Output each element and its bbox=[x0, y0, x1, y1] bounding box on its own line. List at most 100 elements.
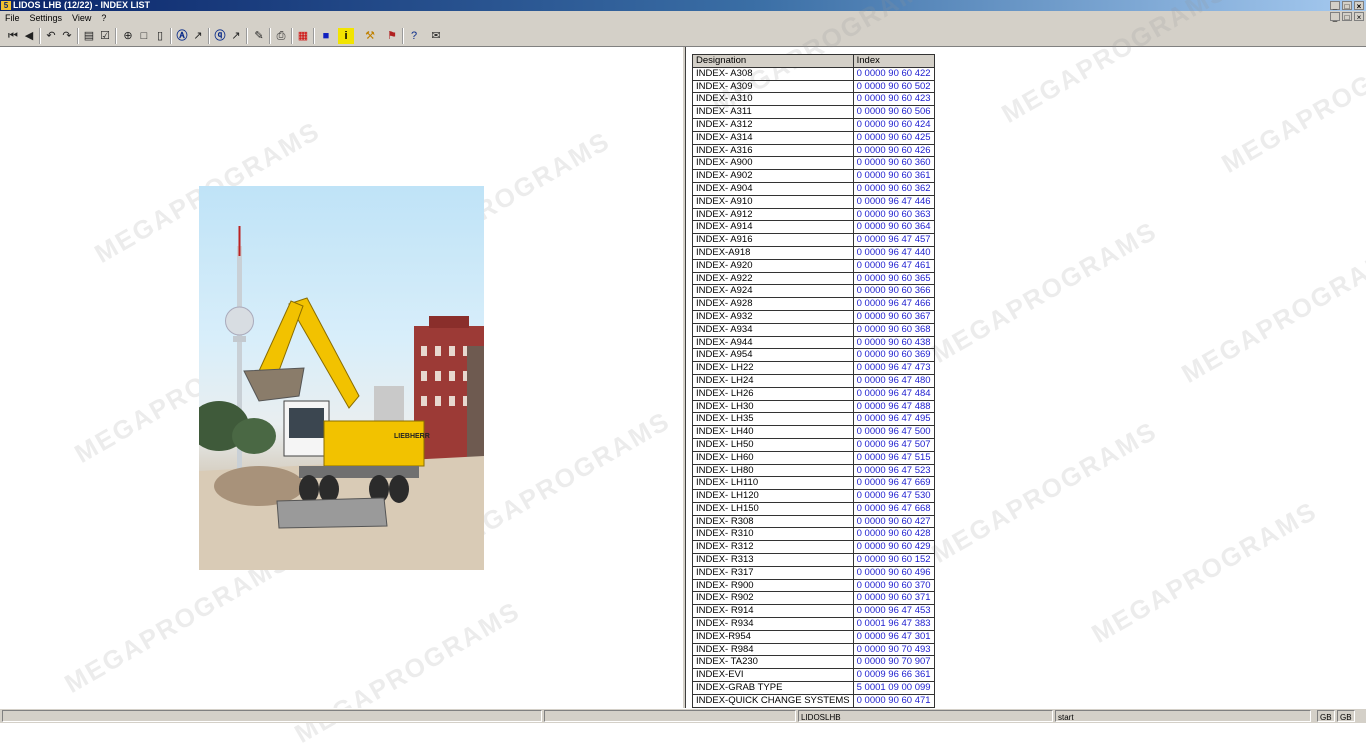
designation-cell: INDEX- LH24 bbox=[692, 373, 854, 388]
first-page-icon[interactable]: ⏮ bbox=[5, 28, 21, 44]
index-link[interactable]: 0 0000 90 60 428 bbox=[852, 527, 935, 542]
index-link[interactable]: 0 0000 90 60 426 bbox=[852, 143, 935, 158]
table-row: INDEX- LH60 0 0000 96 47 515 bbox=[692, 450, 935, 465]
index-link[interactable]: 0 0000 90 60 496 bbox=[852, 565, 935, 580]
index-link[interactable]: 0 0000 90 60 424 bbox=[852, 117, 935, 132]
index-link[interactable]: 0 0000 96 47 440 bbox=[852, 245, 935, 260]
index-link[interactable]: 0 0000 90 60 471 bbox=[852, 693, 935, 708]
index-link[interactable]: 0 0000 90 60 423 bbox=[852, 92, 935, 107]
index-link[interactable]: 0 0000 90 60 369 bbox=[852, 348, 935, 363]
index-link[interactable]: 0 0000 96 47 507 bbox=[852, 437, 935, 452]
watermark: MEGAPROGRAMS bbox=[289, 595, 526, 749]
window-title: LIDOS LHB (12/22) - INDEX LIST bbox=[13, 0, 151, 10]
index-link[interactable]: 0 0000 90 60 152 bbox=[852, 553, 935, 567]
index-link[interactable]: 0 0000 96 47 488 bbox=[852, 399, 935, 414]
table-row: INDEX- A924 0 0000 90 60 366 bbox=[692, 284, 935, 299]
index-link[interactable]: 0 0000 96 47 461 bbox=[852, 258, 935, 273]
index-link[interactable]: 0 0000 90 60 364 bbox=[852, 220, 935, 235]
index-link[interactable]: 0 0000 90 60 366 bbox=[852, 284, 935, 299]
table-row: INDEX- A316 0 0000 90 60 426 bbox=[692, 143, 935, 158]
index-link[interactable]: 0 0000 90 60 429 bbox=[852, 540, 935, 555]
menu-file[interactable]: File bbox=[0, 11, 25, 25]
help-link-icon[interactable]: ↗ bbox=[228, 28, 244, 44]
table-row: INDEX-R954 0 0000 96 47 301 bbox=[692, 629, 935, 644]
index-link[interactable]: 0 0000 90 70 493 bbox=[852, 642, 935, 657]
table-row: INDEX- R310 0 0000 90 60 428 bbox=[692, 527, 935, 542]
index-link[interactable]: 0 0000 90 60 360 bbox=[852, 156, 935, 171]
checklist-icon[interactable]: ☑ bbox=[97, 28, 113, 44]
designation-cell: INDEX- A308 bbox=[692, 66, 854, 81]
doc-close-button[interactable]: × bbox=[1354, 12, 1364, 22]
index-link[interactable]: 0 0000 90 60 427 bbox=[852, 514, 935, 529]
doc-restore-button[interactable]: □ bbox=[1342, 12, 1352, 22]
index-link[interactable]: 0 0000 90 60 502 bbox=[852, 79, 935, 94]
index-link[interactable]: 0 0000 96 47 446 bbox=[852, 194, 935, 209]
close-button[interactable]: × bbox=[1354, 1, 1364, 11]
help-search-icon[interactable]: ⓠ bbox=[212, 28, 228, 44]
index-link[interactable]: 0 0000 96 47 515 bbox=[852, 450, 935, 465]
index-link[interactable]: 0 0000 96 47 484 bbox=[852, 386, 935, 401]
fit-width-icon[interactable]: ▯ bbox=[152, 28, 168, 44]
watermark: MEGAPROGRAMS bbox=[926, 415, 1163, 569]
column-header-index[interactable]: Index bbox=[852, 54, 935, 68]
maximize-button[interactable]: □ bbox=[1342, 1, 1352, 11]
minimize-button[interactable]: _ bbox=[1330, 1, 1340, 11]
status-language-2: GB bbox=[1337, 710, 1355, 722]
index-link[interactable]: 0 0000 96 47 668 bbox=[852, 501, 935, 516]
index-link[interactable]: 0 0000 96 47 466 bbox=[852, 297, 935, 311]
menu-view[interactable]: View bbox=[67, 11, 96, 25]
index-link[interactable]: 0 0000 90 60 370 bbox=[852, 578, 935, 593]
index-link[interactable]: 0 0000 96 47 669 bbox=[852, 476, 935, 491]
index-link[interactable]: 0 0009 96 66 361 bbox=[852, 668, 935, 683]
index-link[interactable]: 0 0000 96 47 473 bbox=[852, 361, 935, 375]
info-icon[interactable]: i bbox=[338, 28, 354, 44]
index-link[interactable]: 0 0001 96 47 383 bbox=[852, 617, 935, 631]
index-link[interactable]: 0 0000 90 70 907 bbox=[852, 655, 935, 670]
index-link[interactable]: 0 0000 96 47 453 bbox=[852, 604, 935, 619]
zoom-in-icon[interactable]: ⊕ bbox=[120, 28, 136, 44]
index-link[interactable]: 0 0000 96 47 480 bbox=[852, 373, 935, 388]
index-link[interactable]: 0 0000 90 60 425 bbox=[852, 130, 935, 145]
index-link[interactable]: 0 0000 96 47 495 bbox=[852, 412, 935, 427]
index-link[interactable]: 0 0000 90 60 506 bbox=[852, 105, 935, 119]
menu-help[interactable]: ? bbox=[96, 11, 111, 25]
index-link[interactable]: 0 0000 90 60 438 bbox=[852, 335, 935, 350]
index-link[interactable]: 0 0000 96 47 457 bbox=[852, 233, 935, 247]
column-header-designation[interactable]: Designation bbox=[692, 54, 854, 68]
table-row: INDEX- LH35 0 0000 96 47 495 bbox=[692, 412, 935, 427]
index-link[interactable]: 0 0000 96 47 523 bbox=[852, 463, 935, 478]
panel-splitter[interactable] bbox=[683, 47, 686, 708]
index-link[interactable]: 0 0000 96 47 301 bbox=[852, 629, 935, 644]
status-message: start bbox=[1055, 710, 1311, 722]
find-next-icon[interactable]: ↗ bbox=[190, 28, 206, 44]
index-link[interactable]: 0 0000 90 60 365 bbox=[852, 271, 935, 286]
doc-minimize-button[interactable]: _ bbox=[1330, 12, 1340, 22]
mail-icon[interactable]: ✉ bbox=[428, 28, 444, 44]
index-link[interactable]: 0 0000 90 60 367 bbox=[852, 309, 935, 324]
liebherr-logo: LIEBHERR bbox=[394, 433, 430, 440]
search-icon[interactable]: Ⓐ bbox=[174, 28, 190, 44]
bookmark-icon[interactable]: ⚑ bbox=[384, 28, 400, 44]
index-link[interactable]: 0 0000 96 47 500 bbox=[852, 425, 935, 439]
index-link[interactable]: 0 0000 90 60 368 bbox=[852, 322, 935, 337]
fit-page-icon[interactable]: □ bbox=[136, 28, 152, 44]
blue-square-icon[interactable]: ■ bbox=[318, 28, 334, 44]
dictionary-icon[interactable]: ? bbox=[406, 28, 422, 44]
index-link[interactable]: 0 0000 90 60 371 bbox=[852, 591, 935, 606]
index-link[interactable]: 0 0000 90 60 362 bbox=[852, 181, 935, 196]
print-preview-icon[interactable]: ▤ bbox=[81, 28, 97, 44]
menu-settings[interactable]: Settings bbox=[25, 11, 68, 25]
grid-icon[interactable]: ▦ bbox=[295, 28, 311, 44]
page-forward-icon[interactable]: ↷ bbox=[59, 28, 75, 44]
printer-icon[interactable]: ⎙ bbox=[273, 28, 289, 44]
prev-page-icon[interactable]: ◀ bbox=[21, 28, 37, 44]
index-link[interactable]: 0 0000 96 47 530 bbox=[852, 489, 935, 503]
index-link[interactable]: 0 0000 90 60 361 bbox=[852, 169, 935, 183]
index-link[interactable]: 0 0000 90 60 422 bbox=[852, 66, 935, 81]
index-link[interactable]: 0 0000 90 60 363 bbox=[852, 207, 935, 222]
tools-icon[interactable]: ⚒ bbox=[362, 28, 378, 44]
index-link[interactable]: 5 0001 09 00 099 bbox=[852, 681, 935, 695]
edit-icon[interactable]: ✎ bbox=[251, 28, 267, 44]
page-back-icon[interactable]: ↶ bbox=[43, 28, 59, 44]
designation-cell: INDEX- R984 bbox=[692, 642, 854, 657]
